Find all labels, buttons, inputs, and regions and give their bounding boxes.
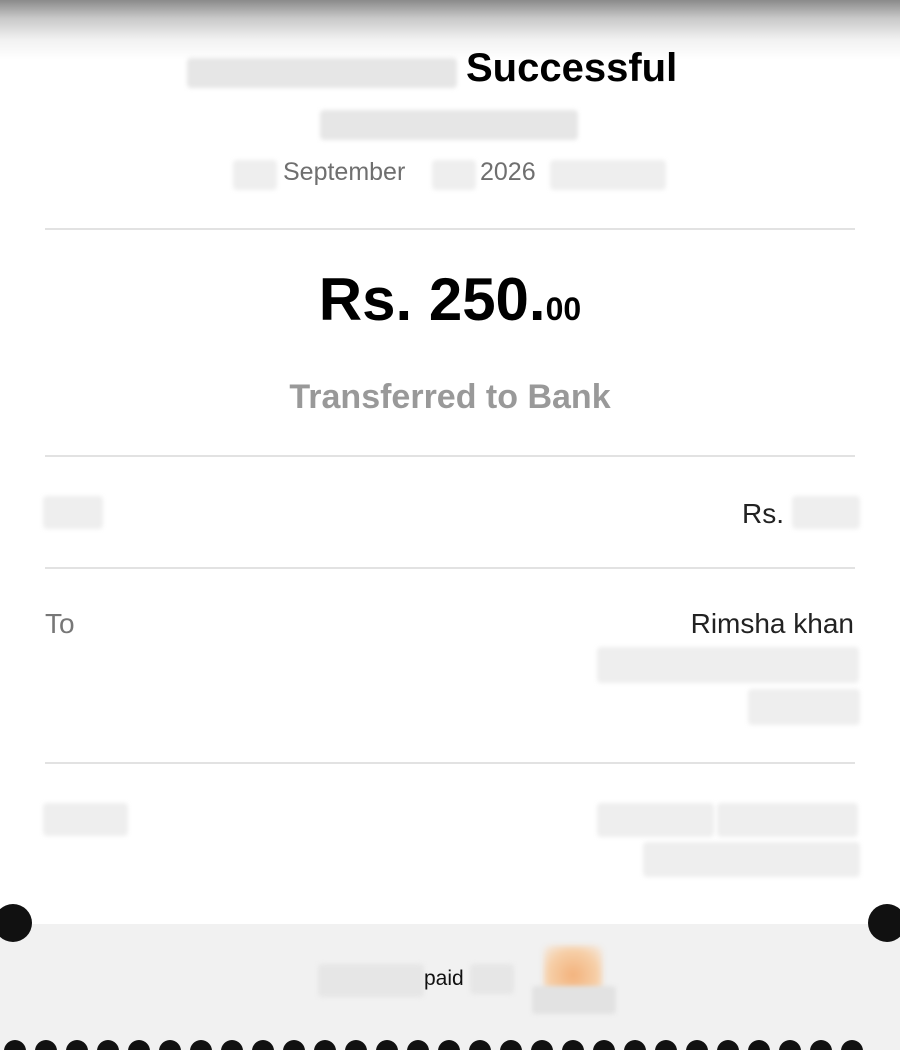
edge-dot: [593, 1040, 615, 1050]
edge-dot: [841, 1040, 863, 1050]
edge-dot: [748, 1040, 770, 1050]
divider: [45, 567, 855, 569]
edge-dot: [810, 1040, 832, 1050]
edge-dot: [469, 1040, 491, 1050]
receipt-torn-edge: [0, 1040, 900, 1050]
edge-dot: [314, 1040, 336, 1050]
edge-dot: [655, 1040, 677, 1050]
redacted-transaction-id: [320, 110, 578, 140]
amount: Rs. 250.00: [0, 270, 900, 330]
redacted-bank-name: [597, 647, 859, 683]
edge-dot: [531, 1040, 553, 1050]
receipt-notch-right: [868, 904, 900, 942]
edge-dot: [376, 1040, 398, 1050]
transfer-type-label: Transferred to Bank: [289, 378, 611, 416]
edge-dot: [4, 1040, 26, 1050]
redacted-time: [550, 160, 666, 190]
edge-dot: [66, 1040, 88, 1050]
edge-dot: [35, 1040, 57, 1050]
edge-dot: [159, 1040, 181, 1050]
edge-dot: [283, 1040, 305, 1050]
redacted-title-prefix: [187, 58, 457, 88]
edge-dot: [128, 1040, 150, 1050]
redacted-reference-value-part3: [643, 842, 860, 877]
redacted-day: [432, 160, 476, 190]
redacted-footer-suffix: [470, 964, 514, 994]
status-title: Successful: [466, 46, 678, 88]
edge-dot: [97, 1040, 119, 1050]
amount-cents: 00: [545, 291, 582, 327]
redacted-fee-value: [792, 496, 860, 529]
date-year: 2026: [480, 158, 536, 186]
edge-dot: [438, 1040, 460, 1050]
edge-dot: [686, 1040, 708, 1050]
divider: [45, 228, 855, 230]
amount-main: Rs. 250.: [318, 266, 546, 333]
redacted-footer-prefix: [318, 964, 424, 997]
top-shadow: [0, 0, 900, 60]
redacted-fee-label: [43, 496, 103, 529]
edge-dot: [717, 1040, 739, 1050]
recipient-label: To: [45, 608, 75, 639]
date-month: September: [283, 158, 406, 186]
edge-dot: [252, 1040, 274, 1050]
edge-dot: [500, 1040, 522, 1050]
footer-paid-text: paid: [424, 967, 464, 990]
redacted-day-name: [233, 160, 277, 190]
redacted-reference-value-part2: [717, 803, 858, 837]
fee-currency: Rs.: [742, 498, 784, 529]
redacted-account-number: [748, 689, 860, 725]
divider: [45, 455, 855, 457]
edge-dot: [407, 1040, 429, 1050]
edge-dot: [562, 1040, 584, 1050]
edge-dot: [624, 1040, 646, 1050]
edge-dot: [779, 1040, 801, 1050]
edge-dot: [190, 1040, 212, 1050]
redacted-brand-name: [532, 986, 616, 1014]
redacted-reference-value-part1: [597, 803, 714, 837]
recipient-name: Rimsha khan: [690, 608, 854, 639]
redacted-reference-label: [43, 803, 128, 836]
divider: [45, 762, 855, 764]
edge-dot: [221, 1040, 243, 1050]
edge-dot: [345, 1040, 367, 1050]
